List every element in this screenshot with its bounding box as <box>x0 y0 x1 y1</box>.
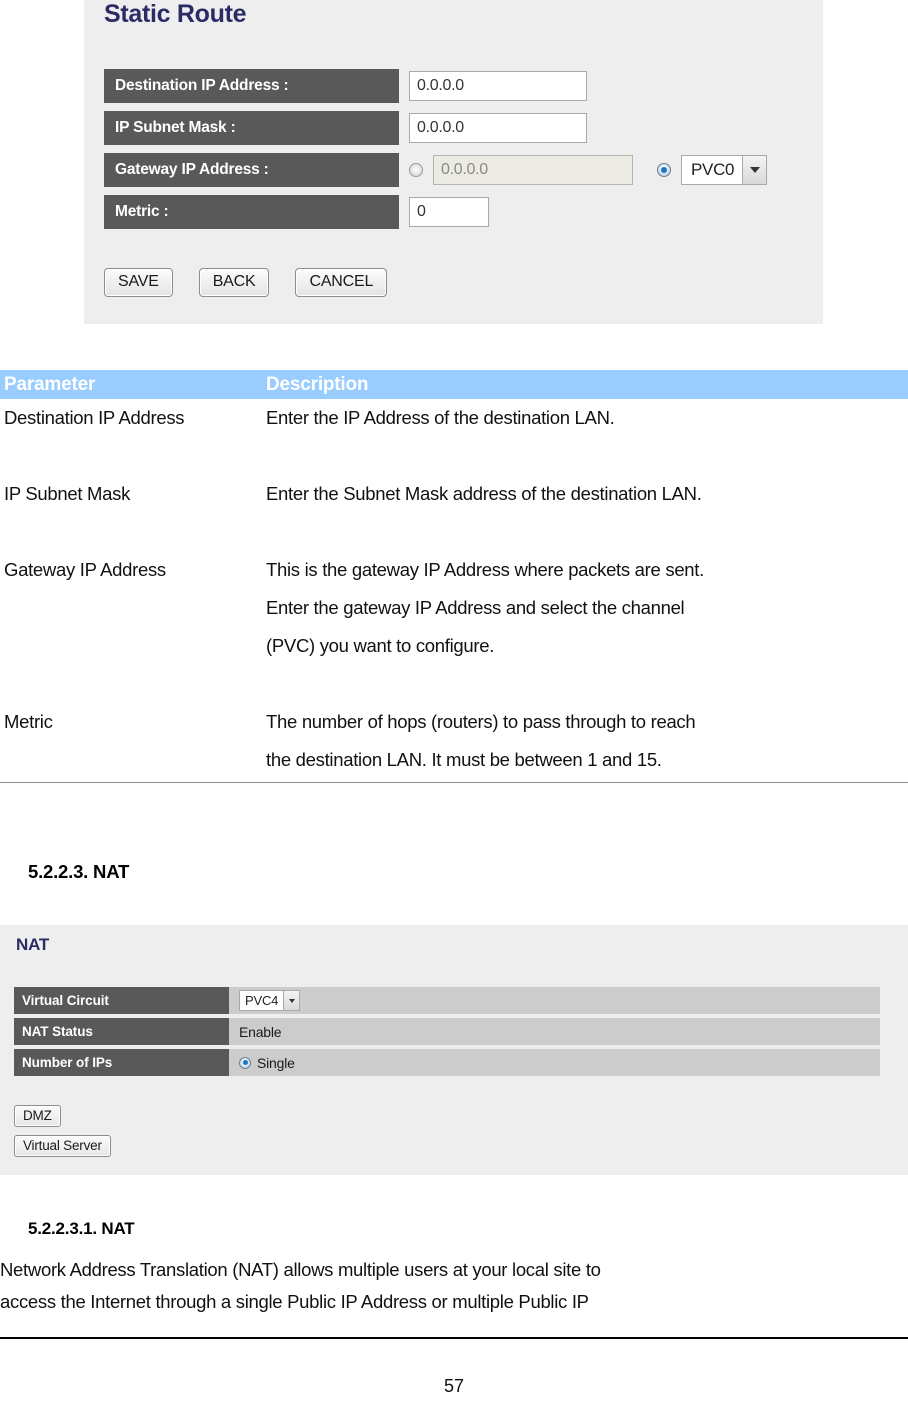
label-gateway-ip: Gateway IP Address : <box>104 153 399 187</box>
nat-paragraph: Network Address Translation (NAT) allows… <box>0 1254 601 1318</box>
form-row-subnet-mask: IP Subnet Mask : 0.0.0.0 <box>104 110 767 146</box>
nat-row-virtual-circuit: Virtual Circuit PVC4 <box>14 987 880 1014</box>
table-header-row: Parameter Description <box>0 370 908 399</box>
single-ip-radio-label: Single <box>257 1054 295 1071</box>
description-line: Enter the gateway IP Address and select … <box>266 597 685 618</box>
description-line: Enter the IP Address of the destination … <box>266 407 615 428</box>
paragraph-line: Network Address Translation (NAT) allows… <box>0 1259 601 1280</box>
table-cell-parameter: Metric <box>4 711 53 732</box>
virtual-server-button[interactable]: Virtual Server <box>14 1135 111 1157</box>
description-line: This is the gateway IP Address where pac… <box>266 559 704 580</box>
table-row: Destination IP Address Enter the IP Addr… <box>0 399 908 437</box>
row-spacer <box>0 513 908 551</box>
table-cell-parameter: Destination IP Address <box>4 407 185 428</box>
table-cell-description: Enter the Subnet Mask address of the des… <box>266 475 908 513</box>
cancel-button[interactable]: CANCEL <box>295 268 388 297</box>
nat-row-number-of-ips: Number of IPs Single <box>14 1049 880 1076</box>
form-row-gateway-ip: Gateway IP Address : 0.0.0.0 PVC0 <box>104 152 768 188</box>
section-heading-nat: 5.2.2.3. NAT <box>28 861 130 882</box>
gateway-pvc-radio[interactable] <box>657 163 671 177</box>
label-virtual-circuit: Virtual Circuit <box>14 987 229 1014</box>
virtual-circuit-select-value: PVC4 <box>245 993 279 1008</box>
row-spacer <box>0 665 908 703</box>
nat-panel-title: NAT <box>16 935 50 954</box>
static-route-button-bar: SAVE BACK CANCEL <box>104 268 388 297</box>
label-number-of-ips: Number of IPs <box>14 1049 229 1076</box>
table-cell-parameter: IP Subnet Mask <box>4 483 131 504</box>
page-number: 57 <box>443 1376 465 1396</box>
chevron-down-icon <box>283 991 300 1010</box>
table-cell-parameter: Gateway IP Address <box>4 559 166 580</box>
table-row: Gateway IP Address This is the gateway I… <box>0 551 908 665</box>
gateway-pvc-select-value: PVC0 <box>691 160 735 179</box>
row-spacer <box>0 437 908 475</box>
nat-button-bar: DMZ Virtual Server <box>14 1105 111 1165</box>
table-row: IP Subnet Mask Enter the Subnet Mask add… <box>0 475 908 513</box>
gateway-pvc-select[interactable]: PVC0 <box>681 155 768 185</box>
table-cell-description: Enter the IP Address of the destination … <box>266 399 908 437</box>
label-metric: Metric : <box>104 195 399 229</box>
footer-divider <box>0 1337 908 1339</box>
gateway-ip-input[interactable]: 0.0.0.0 <box>433 155 633 185</box>
table-header-parameter: Parameter <box>4 373 96 395</box>
destination-ip-input[interactable]: 0.0.0.0 <box>409 71 587 101</box>
section-heading-nat-sub: 5.2.2.3.1. NAT <box>28 1219 135 1238</box>
single-ip-radio[interactable] <box>239 1056 251 1069</box>
static-route-title: Static Route <box>104 0 247 28</box>
label-destination-ip: Destination IP Address : <box>104 69 399 103</box>
description-line: (PVC) you want to configure. <box>266 635 495 656</box>
subnet-mask-input[interactable]: 0.0.0.0 <box>409 113 587 143</box>
form-row-metric: Metric : 0 <box>104 194 767 230</box>
parameter-description-table: Parameter Description Destination IP Add… <box>0 370 908 783</box>
nat-screenshot-panel: NAT Virtual Circuit PVC4 NAT Status Enab… <box>0 925 908 1175</box>
description-line: Enter the Subnet Mask address of the des… <box>266 483 702 504</box>
label-subnet-mask: IP Subnet Mask : <box>104 111 399 145</box>
back-button[interactable]: BACK <box>198 268 270 297</box>
virtual-circuit-select[interactable]: PVC4 <box>239 990 301 1011</box>
table-bottom-border <box>0 782 908 783</box>
nat-form: Virtual Circuit PVC4 NAT Status Enable N… <box>14 987 880 1080</box>
label-nat-status: NAT Status <box>14 1018 229 1045</box>
gateway-ip-radio[interactable] <box>409 163 423 177</box>
form-row-destination-ip: Destination IP Address : 0.0.0.0 <box>104 68 767 104</box>
static-route-form: Destination IP Address : 0.0.0.0 IP Subn… <box>104 68 768 236</box>
table-row: Metric The number of hops (routers) to p… <box>0 703 908 779</box>
save-button[interactable]: SAVE <box>104 268 173 297</box>
value-number-of-ips: Single <box>229 1049 880 1076</box>
table-header-description: Description <box>266 373 369 395</box>
value-nat-status: Enable <box>229 1018 880 1045</box>
nat-row-nat-status: NAT Status Enable <box>14 1018 880 1045</box>
metric-input[interactable]: 0 <box>409 197 489 227</box>
description-line: the destination LAN. It must be between … <box>266 749 662 770</box>
table-cell-description: This is the gateway IP Address where pac… <box>266 551 908 665</box>
chevron-down-icon <box>742 156 767 184</box>
table-cell-description: The number of hops (routers) to pass thr… <box>266 703 908 779</box>
paragraph-line: access the Internet through a single Pub… <box>0 1291 589 1312</box>
description-line: The number of hops (routers) to pass thr… <box>266 711 696 732</box>
dmz-button[interactable]: DMZ <box>14 1105 61 1127</box>
static-route-screenshot-panel: Static Route Destination IP Address : 0.… <box>84 0 823 324</box>
value-virtual-circuit: PVC4 <box>229 987 880 1014</box>
